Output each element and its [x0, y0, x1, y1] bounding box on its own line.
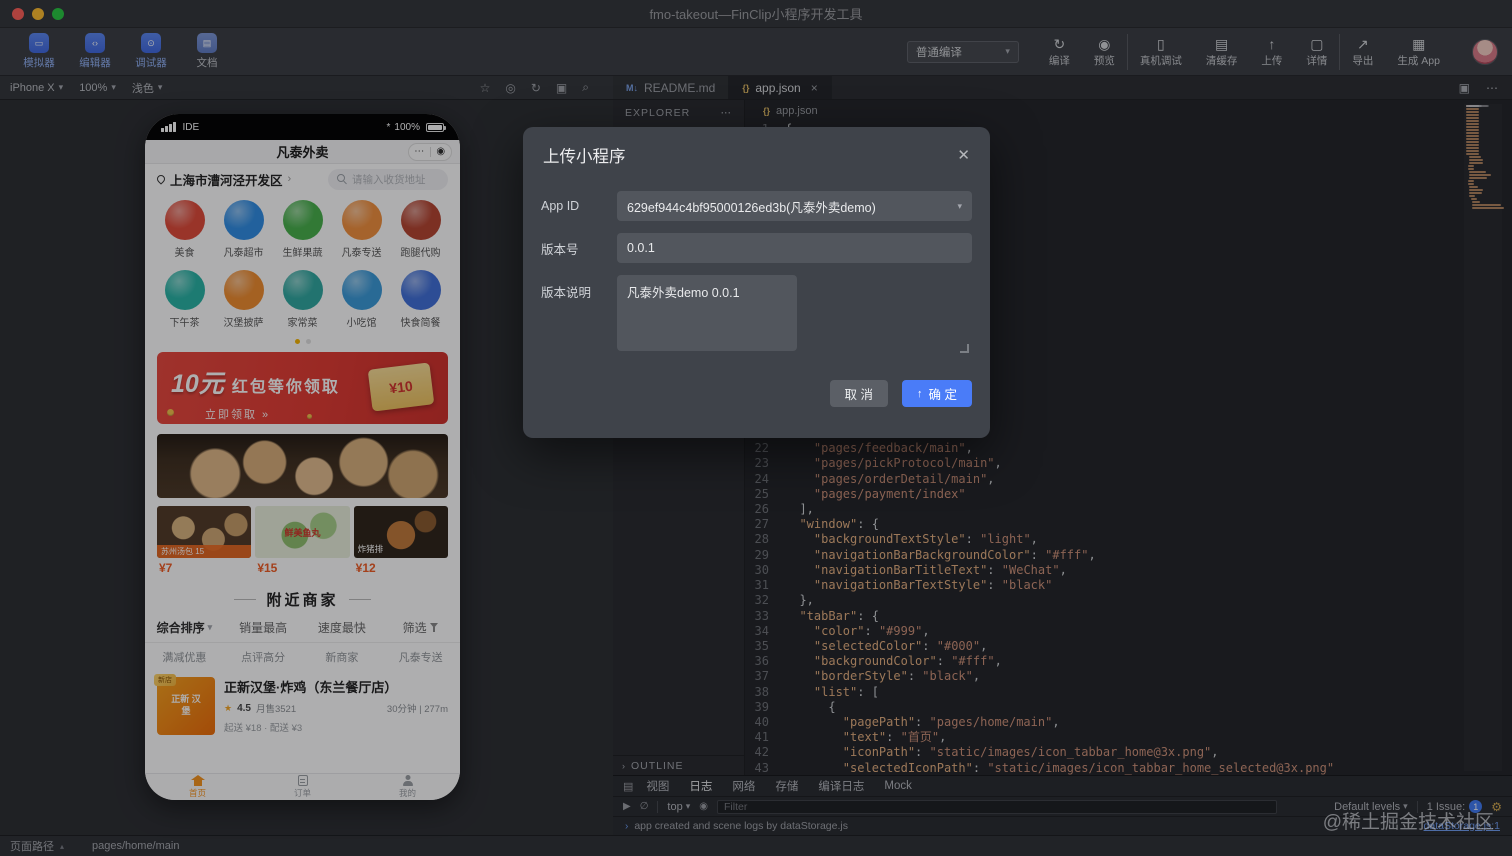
version-label: 版本号	[541, 242, 579, 257]
upload-miniapp-dialog: 上传小程序 ✕ App ID 629ef944c4bf95000126ed3b(…	[523, 127, 990, 438]
upload-icon: ↑	[917, 387, 923, 400]
version-input[interactable]	[617, 233, 972, 263]
app-id-row: App ID 629ef944c4bf95000126ed3b(凡泰外卖demo…	[541, 191, 972, 221]
dialog-header: 上传小程序 ✕	[523, 127, 990, 177]
version-row: 版本号	[541, 233, 972, 263]
version-desc-textarea[interactable]	[617, 275, 797, 351]
version-desc-wrap	[617, 275, 972, 356]
app-id-value: 629ef944c4bf95000126ed3b(凡泰外卖demo)	[627, 200, 876, 215]
watermark: @稀土掘金技术社区	[1322, 812, 1494, 833]
dialog-title: 上传小程序	[543, 148, 626, 166]
confirm-button[interactable]: ↑ 确 定	[902, 380, 972, 407]
chevron-down-icon: ▾	[957, 200, 962, 211]
app-id-select[interactable]: 629ef944c4bf95000126ed3b(凡泰外卖demo) ▾	[617, 191, 972, 221]
cancel-button[interactable]: 取 消	[829, 380, 889, 407]
app-id-label: App ID	[541, 199, 580, 213]
dialog-footer: 取 消 ↑ 确 定	[523, 368, 990, 407]
dialog-body: App ID 629ef944c4bf95000126ed3b(凡泰外卖demo…	[523, 177, 990, 368]
version-desc-label: 版本说明	[541, 286, 592, 300]
confirm-label: 确 定	[928, 388, 957, 402]
version-desc-row: 版本说明	[541, 275, 972, 356]
close-dialog-icon[interactable]: ✕	[957, 146, 970, 164]
finclip-ide-window: fmo-takeout—FinClip小程序开发工具 ▭ 模拟器 ‹› 编辑器 ⊙ 调试器…	[0, 0, 1512, 856]
